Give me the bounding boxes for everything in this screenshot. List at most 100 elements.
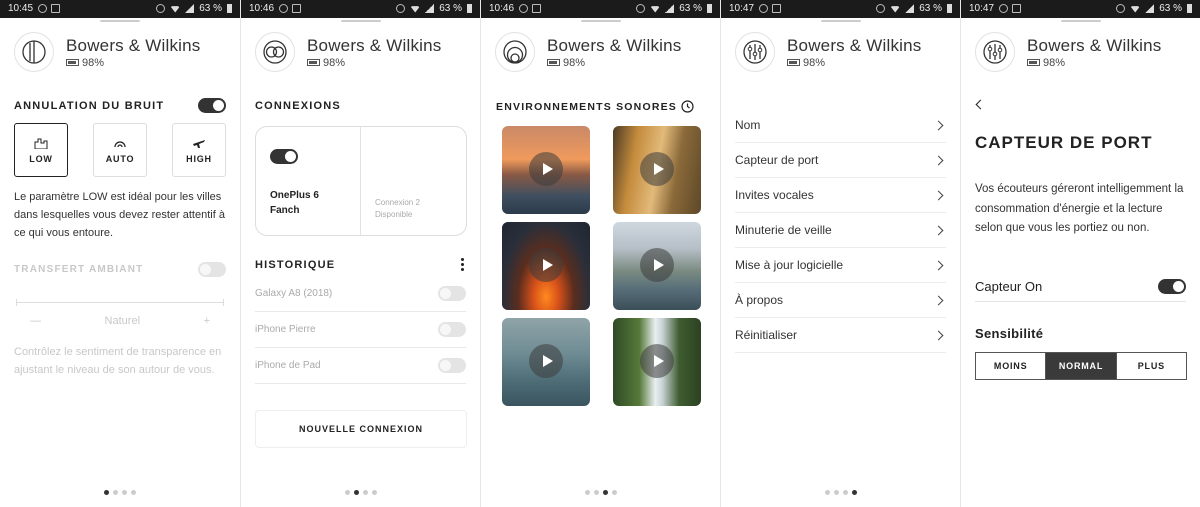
page-dot[interactable] (824, 490, 830, 495)
settings-item-software-update[interactable]: Mise à jour logicielle (735, 248, 946, 283)
play-icon[interactable] (529, 344, 563, 378)
mode-high-button[interactable]: HIGH (172, 123, 226, 177)
page-dot[interactable] (584, 490, 590, 495)
settings-item-name[interactable]: Nom (735, 108, 946, 143)
play-icon[interactable] (529, 152, 563, 186)
image-icon (532, 4, 541, 13)
environment-tile-rainy-window[interactable] (502, 318, 590, 406)
device-header: Bowers & Wilkins 98% (255, 30, 470, 74)
battery-level: 98% (82, 56, 105, 69)
screen-sound-environments: 10:46 63 % Bowers & Wilkins 98% ENVIRONN… (480, 0, 720, 507)
ambient-minus-button[interactable]: — (30, 315, 41, 327)
chevron-right-icon (933, 190, 944, 200)
status-battery: 63 % (1159, 3, 1182, 14)
history-device-toggle[interactable] (438, 286, 466, 301)
drag-handle[interactable] (821, 20, 861, 22)
signal-icon (425, 4, 435, 13)
sensitivity-less-button[interactable]: MOINS (976, 353, 1045, 379)
settings-item-label: Minuterie de veille (735, 223, 832, 237)
ambient-plus-button[interactable]: + (204, 315, 210, 327)
kebab-menu-icon[interactable] (458, 258, 466, 271)
mode-low-label: LOW (29, 153, 53, 164)
headphones-logo-icon (14, 32, 54, 72)
signal-icon (905, 4, 915, 13)
page-dot[interactable] (611, 490, 617, 495)
alarm-icon (156, 4, 166, 13)
new-connection-button[interactable]: NOUVELLE CONNEXION (255, 410, 467, 448)
sensitivity-normal-button[interactable]: NORMAL (1045, 353, 1116, 379)
mode-auto-button[interactable]: AUTO (93, 123, 147, 177)
settings-item-about[interactable]: À propos (735, 283, 946, 318)
page-dot[interactable] (122, 490, 127, 495)
headphones-logo-icon (975, 32, 1015, 72)
brand-name: Bowers & Wilkins (66, 35, 201, 55)
page-dot[interactable] (353, 490, 359, 495)
chevron-right-icon (933, 330, 944, 340)
page-indicator (241, 490, 480, 495)
settings-item-voice-prompts[interactable]: Invites vocales (735, 178, 946, 213)
battery-icon (547, 59, 560, 66)
history-device-toggle[interactable] (438, 358, 466, 373)
status-battery: 63 % (679, 3, 702, 14)
mode-auto-label: AUTO (105, 153, 135, 164)
page-dot[interactable] (113, 490, 118, 495)
chevron-left-icon[interactable] (975, 99, 986, 110)
page-dot[interactable] (842, 490, 848, 495)
environment-tile-waterfall[interactable] (613, 318, 701, 406)
connection-slot-2[interactable]: Connexion 2 Disponible (361, 127, 466, 235)
page-dot[interactable] (371, 490, 377, 495)
settings-item-sleep-timer[interactable]: Minuterie de veille (735, 213, 946, 248)
drag-handle[interactable] (341, 20, 381, 22)
status-bar: 10:45 63 % (0, 0, 240, 18)
environment-tile-mountain-river[interactable] (613, 222, 701, 310)
sensitivity-selector: MOINS NORMAL PLUS (975, 352, 1187, 380)
settings-item-label: Mise à jour logicielle (735, 258, 844, 272)
battery-level: 98% (323, 56, 346, 69)
drag-handle[interactable] (100, 20, 140, 22)
drag-handle[interactable] (581, 20, 621, 22)
noise-cancelling-toggle[interactable] (198, 98, 226, 113)
battery-status-icon (1187, 4, 1192, 13)
list-item: iPhone Pierre (255, 312, 466, 348)
alarm-icon (1116, 4, 1126, 13)
environment-tile-campfire[interactable] (502, 222, 590, 310)
page-dot[interactable] (593, 490, 599, 495)
page-dot[interactable] (851, 490, 857, 495)
play-icon[interactable] (640, 248, 674, 282)
status-bar: 10:47 63 % (721, 0, 960, 18)
history-device-toggle[interactable] (438, 322, 466, 337)
notification-icon (279, 4, 288, 13)
environment-tile-sunset-sea[interactable] (502, 126, 590, 214)
screen-connections: 10:46 63 % Bowers & Wilkins 98% CONNEXIO… (240, 0, 480, 507)
status-battery: 63 % (919, 3, 942, 14)
clock-icon[interactable] (681, 100, 694, 113)
play-icon[interactable] (640, 152, 674, 186)
connection-1-toggle[interactable] (270, 149, 298, 164)
wear-sensor-toggle[interactable] (1158, 279, 1186, 294)
environment-tile-autumn-forest[interactable] (613, 126, 701, 214)
screen-wear-sensor: 10:47 63 % Bowers & Wilkins 98% CAPTEUR … (960, 0, 1200, 507)
mode-low-button[interactable]: LOW (14, 123, 68, 177)
chevron-right-icon (933, 295, 944, 305)
page-dot[interactable] (833, 490, 839, 495)
sensitivity-more-button[interactable]: PLUS (1115, 353, 1186, 379)
page-dot[interactable] (344, 490, 350, 495)
play-icon[interactable] (640, 344, 674, 378)
settings-item-wear-sensor[interactable]: Capteur de port (735, 143, 946, 178)
page-dot[interactable] (131, 490, 136, 495)
settings-item-label: Capteur de port (735, 153, 819, 167)
page-title: CAPTEUR DE PORT (975, 133, 1153, 152)
connection-slot-1[interactable]: OnePlus 6 Fanch (256, 127, 361, 235)
drag-handle[interactable] (1061, 20, 1101, 22)
page-dot[interactable] (104, 490, 109, 495)
ambient-slider[interactable] (16, 299, 224, 306)
settings-item-reset[interactable]: Réinitialiser (735, 318, 946, 353)
chevron-right-icon (933, 260, 944, 270)
ambient-transfer-toggle[interactable] (198, 262, 226, 277)
brand-name: Bowers & Wilkins (787, 35, 922, 55)
page-dot[interactable] (362, 490, 368, 495)
play-icon[interactable] (529, 248, 563, 282)
history-device-name: iPhone Pierre (255, 324, 316, 335)
device-1-owner: Fanch (270, 205, 300, 216)
page-dot[interactable] (602, 490, 608, 495)
